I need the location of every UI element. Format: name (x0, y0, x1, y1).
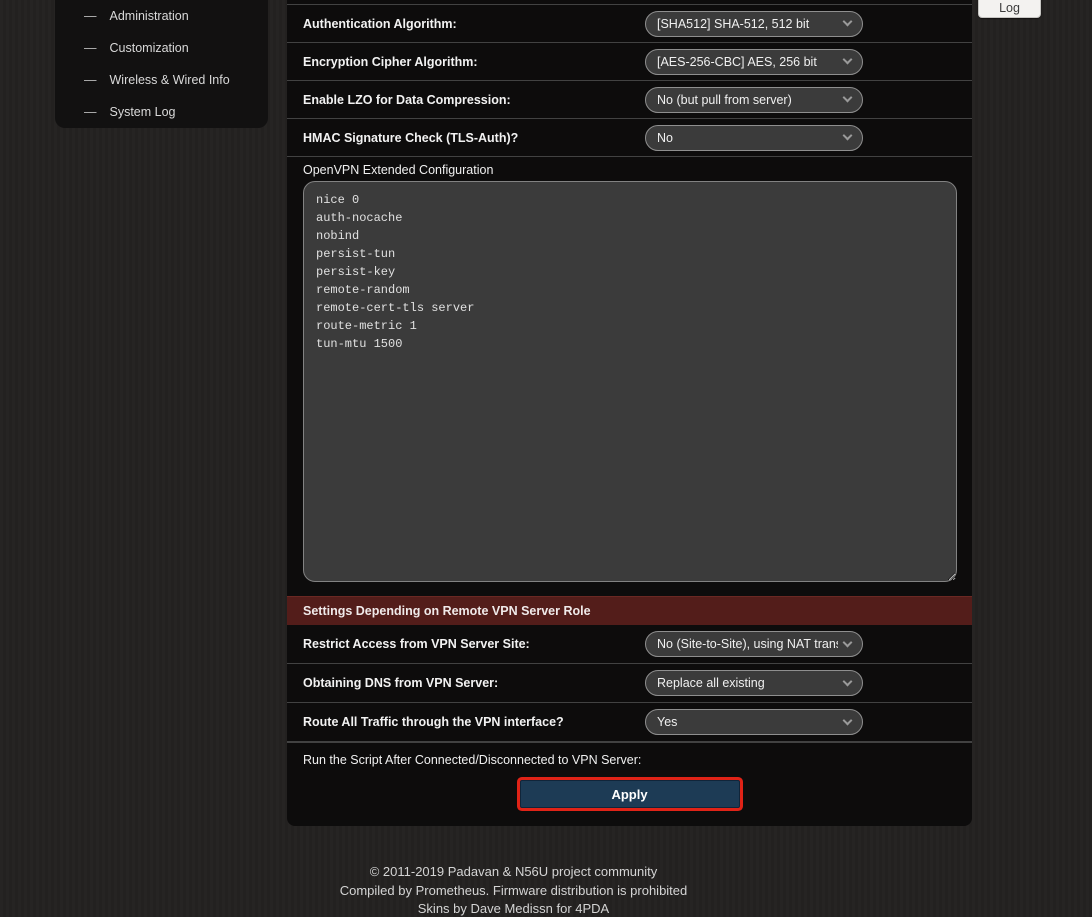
chevron-down-icon (843, 55, 853, 65)
field-label: Encryption Cipher Algorithm: (303, 55, 645, 69)
row-restrict-access: Restrict Access from VPN Server Site: No… (287, 625, 972, 664)
log-button[interactable]: Log (978, 0, 1041, 18)
select-value: Replace all existing (657, 676, 838, 690)
footer-line-compiled: Compiled by Prometheus. Firmware distrib… (0, 882, 1027, 901)
footer: © 2011-2019 Padavan & N56U project commu… (0, 863, 1027, 917)
extended-config-section: OpenVPN Extended Configuration nice 0 au… (287, 157, 972, 596)
section-header-server-role: Settings Depending on Remote VPN Server … (287, 596, 972, 625)
select-value: [AES-256-CBC] AES, 256 bit (657, 55, 838, 69)
select-lzo-compression[interactable]: No (but pull from server) (645, 87, 863, 113)
field-label: Route All Traffic through the VPN interf… (303, 715, 645, 729)
sidebar-item-administration[interactable]: — Administration (55, 0, 268, 32)
openvpn-settings-panel: Authentication Algorithm: [SHA512] SHA-5… (287, 0, 972, 826)
extended-config-label: OpenVPN Extended Configuration (303, 163, 972, 180)
field-label: Obtaining DNS from VPN Server: (303, 676, 645, 690)
select-value: No (but pull from server) (657, 93, 838, 107)
sidebar-item-customization[interactable]: — Customization (55, 32, 268, 64)
select-authentication-algorithm[interactable]: [SHA512] SHA-512, 512 bit (645, 11, 863, 37)
chevron-down-icon (843, 676, 853, 686)
footer-line-copyright: © 2011-2019 Padavan & N56U project commu… (0, 863, 1027, 882)
chevron-down-icon (843, 131, 853, 141)
row-dns-from-server: Obtaining DNS from VPN Server: Replace a… (287, 664, 972, 703)
select-route-all-traffic[interactable]: Yes (645, 709, 863, 735)
chevron-down-icon (843, 17, 853, 27)
select-value: No (Site-to-Site), using NAT trans (657, 637, 838, 651)
sidebar-item-wireless-wired-info[interactable]: — Wireless & Wired Info (55, 64, 268, 96)
chevron-down-icon (843, 93, 853, 103)
dash-icon: — (84, 73, 97, 87)
select-value: Yes (657, 715, 838, 729)
sidebar: — Administration — Customization — Wirel… (55, 0, 268, 128)
row-authentication-algorithm: Authentication Algorithm: [SHA512] SHA-5… (287, 5, 972, 43)
sidebar-item-label: Wireless & Wired Info (110, 73, 230, 87)
select-value: No (657, 131, 838, 145)
openvpn-extended-config-textarea[interactable]: nice 0 auth-nocache nobind persist-tun p… (303, 181, 957, 582)
script-row-label: Run the Script After Connected/Disconnec… (287, 742, 972, 777)
select-restrict-access[interactable]: No (Site-to-Site), using NAT trans (645, 631, 863, 657)
row-hmac-check: HMAC Signature Check (TLS-Auth)? No (287, 119, 972, 157)
sidebar-item-label: Administration (110, 9, 189, 23)
apply-button[interactable]: Apply (520, 780, 740, 808)
row-route-all-traffic: Route All Traffic through the VPN interf… (287, 703, 972, 742)
select-encryption-cipher[interactable]: [AES-256-CBC] AES, 256 bit (645, 49, 863, 75)
dash-icon: — (84, 41, 97, 55)
row-lzo-compression: Enable LZO for Data Compression: No (but… (287, 81, 972, 119)
field-label: Authentication Algorithm: (303, 17, 645, 31)
select-value: [SHA512] SHA-512, 512 bit (657, 17, 838, 31)
dash-icon: — (84, 105, 97, 119)
footer-line-skins: Skins by Dave Medissn for 4PDA (0, 900, 1027, 917)
select-dns-from-server[interactable]: Replace all existing (645, 670, 863, 696)
apply-row: Apply (287, 777, 972, 817)
sidebar-item-label: Customization (110, 41, 189, 55)
dash-icon: — (84, 9, 97, 23)
sidebar-item-system-log[interactable]: — System Log (55, 96, 268, 128)
field-label: HMAC Signature Check (TLS-Auth)? (303, 131, 645, 145)
chevron-down-icon (843, 715, 853, 725)
chevron-down-icon (843, 637, 853, 647)
row-encryption-cipher: Encryption Cipher Algorithm: [AES-256-CB… (287, 43, 972, 81)
field-label: Enable LZO for Data Compression: (303, 93, 645, 107)
select-hmac-check[interactable]: No (645, 125, 863, 151)
sidebar-item-label: System Log (110, 105, 176, 119)
field-label: Restrict Access from VPN Server Site: (303, 637, 645, 651)
